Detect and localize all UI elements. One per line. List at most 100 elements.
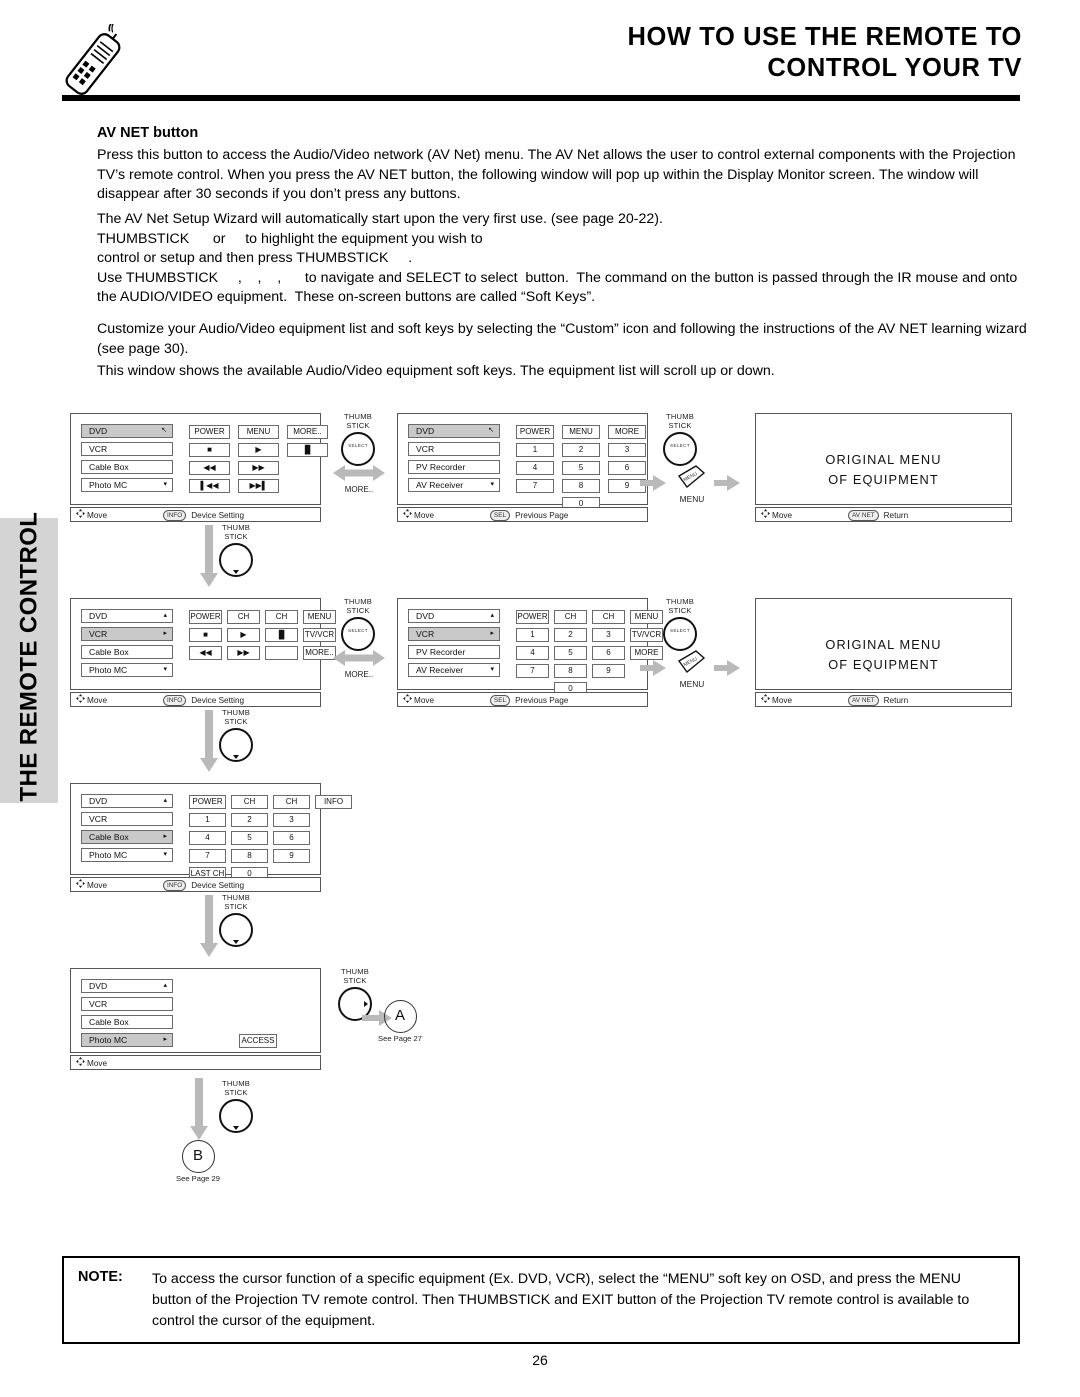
device-item-label: VCR: [89, 629, 108, 639]
device-item-pv-recorder[interactable]: PV Recorder: [408, 460, 500, 474]
device-item-cable-box[interactable]: Cable Box ▸: [81, 830, 173, 844]
device-item-vcr[interactable]: VCR ▸: [408, 627, 500, 641]
soft-key-7[interactable]: 7: [516, 664, 549, 678]
soft-key-8[interactable]: 8: [562, 479, 600, 493]
soft-key-ch[interactable]: CH: [554, 610, 587, 624]
soft-key-3[interactable]: 3: [592, 628, 625, 642]
device-item-label: DVD: [89, 426, 108, 436]
device-item-vcr[interactable]: VCR: [408, 442, 500, 456]
soft-key-2[interactable]: 2: [231, 813, 268, 827]
soft-key-power[interactable]: POWER: [189, 610, 222, 624]
device-item-dvd[interactable]: DVD ▴: [81, 979, 173, 993]
device-item-label: DVD: [416, 611, 435, 621]
device-item-vcr[interactable]: VCR: [81, 442, 173, 456]
soft-key-9[interactable]: 9: [592, 664, 625, 678]
soft-key-menu[interactable]: MENU: [238, 425, 279, 439]
soft-key--[interactable]: ▐▌: [265, 628, 298, 642]
device-item-dvd[interactable]: DVD ▴: [81, 609, 173, 623]
soft-key-3[interactable]: 3: [608, 443, 646, 457]
soft-key--[interactable]: ▶▶: [238, 461, 279, 475]
device-item-label: DVD: [89, 981, 108, 991]
device-item-photo-mc[interactable]: Photo MC ▾: [81, 663, 173, 677]
soft-key-access[interactable]: ACCESS: [239, 1034, 277, 1048]
device-item-av-receiver[interactable]: AV Receiver ▾: [408, 663, 500, 677]
device-item-cable-box[interactable]: Cable Box: [81, 645, 173, 659]
soft-key-4[interactable]: 4: [189, 831, 226, 845]
soft-key-7[interactable]: 7: [189, 849, 226, 863]
device-item-dvd[interactable]: DVD ▴: [408, 609, 500, 623]
soft-key-blank[interactable]: [265, 646, 298, 660]
paragraph-3: Customize your Audio/Video equipment lis…: [97, 321, 1027, 357]
soft-key-7[interactable]: 7: [516, 479, 554, 493]
device-item-vcr[interactable]: VCR: [81, 812, 173, 826]
device-item-photo-mc[interactable]: Photo MC ▸: [81, 1033, 173, 1047]
status-move: Move: [761, 508, 792, 523]
status-move-label: Move: [87, 1059, 108, 1068]
soft-key--[interactable]: ▐▌: [287, 443, 328, 457]
device-item-vcr[interactable]: VCR ▸: [81, 627, 173, 641]
original-menu-line-1: ORIGINAL MENU: [825, 637, 942, 652]
soft-key-more[interactable]: MORE: [608, 425, 646, 439]
soft-key--[interactable]: ■: [189, 443, 230, 457]
soft-key-more-[interactable]: MORE..: [287, 425, 328, 439]
osd-screen: ORIGINAL MENU OF EQUIPMENT: [755, 598, 1012, 690]
soft-key-6[interactable]: 6: [608, 461, 646, 475]
soft-key-power[interactable]: POWER: [516, 425, 554, 439]
soft-key-power[interactable]: POWER: [189, 425, 230, 439]
soft-key--[interactable]: ■: [189, 628, 222, 642]
soft-key-ch[interactable]: CH: [231, 795, 268, 809]
device-item-dvd[interactable]: DVD ↖: [81, 424, 173, 438]
soft-key--[interactable]: ▌◀◀: [189, 479, 230, 493]
soft-key-power[interactable]: POWER: [516, 610, 549, 624]
osd-panel-r1c2: DVD ↖ VCR PV Recorder AV Receiver ▾ POWER MENU M…: [397, 413, 648, 522]
soft-key-1[interactable]: 1: [516, 628, 549, 642]
soft-key-9[interactable]: 9: [273, 849, 310, 863]
soft-key-4[interactable]: 4: [516, 461, 554, 475]
device-item-vcr[interactable]: VCR: [81, 997, 173, 1011]
osd-panel-r2c1: DVD ▴ VCR ▸ Cable Box Photo MC ▾ POWER CH CH MENU ■…: [70, 598, 336, 707]
soft-key--[interactable]: ◀◀: [189, 646, 222, 660]
soft-key-ch[interactable]: CH: [273, 795, 310, 809]
soft-key--[interactable]: ◀◀: [189, 461, 230, 475]
device-item-label: Photo MC: [89, 1035, 128, 1045]
device-item-dvd[interactable]: DVD ▴: [81, 794, 173, 808]
soft-key-4[interactable]: 4: [516, 646, 549, 660]
soft-key-6[interactable]: 6: [273, 831, 310, 845]
soft-key-menu[interactable]: MENU: [562, 425, 600, 439]
device-item-photo-mc[interactable]: Photo MC ▾: [81, 848, 173, 862]
soft-key-3[interactable]: 3: [273, 813, 310, 827]
soft-key-6[interactable]: 6: [592, 646, 625, 660]
soft-key-1[interactable]: 1: [516, 443, 554, 457]
device-item-cable-box[interactable]: Cable Box: [81, 1015, 173, 1029]
soft-key-5[interactable]: 5: [554, 646, 587, 660]
soft-key-power[interactable]: POWER: [189, 795, 226, 809]
soft-key-1[interactable]: 1: [189, 813, 226, 827]
page-reference-b: B See Page 29: [163, 1140, 233, 1183]
soft-key-8[interactable]: 8: [554, 664, 587, 678]
soft-key--[interactable]: ▶: [227, 628, 260, 642]
soft-key--[interactable]: ▶▶▌: [238, 479, 279, 493]
device-item-caret-icon: ▴: [163, 982, 167, 989]
page-reference-circle: B: [181, 1140, 215, 1173]
soft-key-ch[interactable]: CH: [227, 610, 260, 624]
device-item-dvd[interactable]: DVD ↖: [408, 424, 500, 438]
device-item-label: VCR: [416, 444, 435, 454]
soft-key-5[interactable]: 5: [231, 831, 268, 845]
soft-key-ch[interactable]: CH: [265, 610, 298, 624]
page-reference-caption: See Page 27: [378, 1034, 422, 1043]
soft-key-ch[interactable]: CH: [592, 610, 625, 624]
device-item-label: PV Recorder: [416, 462, 466, 472]
thumbstick-down-arrow-icon: [233, 940, 239, 945]
device-item-av-receiver[interactable]: AV Receiver ▾: [408, 478, 500, 492]
soft-key-8[interactable]: 8: [231, 849, 268, 863]
soft-key-2[interactable]: 2: [562, 443, 600, 457]
soft-key-5[interactable]: 5: [562, 461, 600, 475]
device-item-photo-mc[interactable]: Photo MC ▾: [81, 478, 173, 492]
move-cursor-icon: [403, 508, 412, 523]
soft-key-2[interactable]: 2: [554, 628, 587, 642]
soft-key-info[interactable]: INFO: [315, 795, 352, 809]
soft-key--[interactable]: ▶▶: [227, 646, 260, 660]
device-item-pv-recorder[interactable]: PV Recorder: [408, 645, 500, 659]
soft-key--[interactable]: ▶: [238, 443, 279, 457]
device-item-cable-box[interactable]: Cable Box: [81, 460, 173, 474]
